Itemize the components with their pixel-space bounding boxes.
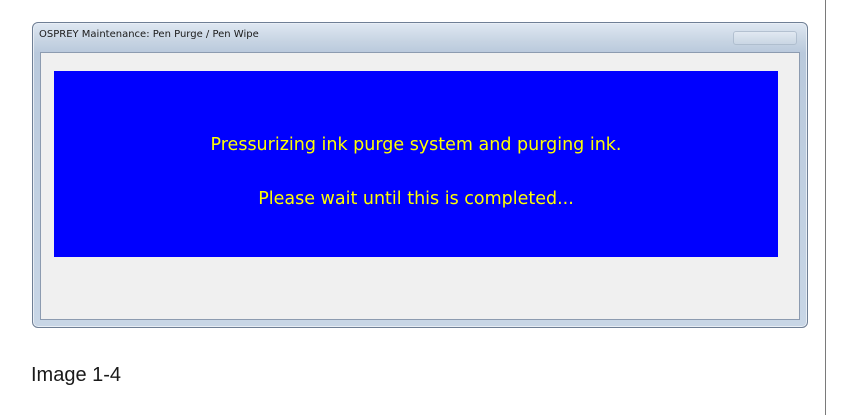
window-title-bar[interactable]: OSPREY Maintenance: Pen Purge / Pen Wipe — [33, 23, 807, 51]
status-message-panel: Pressurizing ink purge system and purgin… — [54, 71, 778, 257]
window-title: OSPREY Maintenance: Pen Purge / Pen Wipe — [39, 29, 259, 40]
status-message-line-1: Pressurizing ink purge system and purgin… — [210, 135, 622, 155]
image-caption: Image 1-4 — [31, 364, 122, 386]
maintenance-dialog-window: OSPREY Maintenance: Pen Purge / Pen Wipe… — [32, 22, 808, 328]
background-window-button — [733, 31, 797, 45]
status-message-line-2: Please wait until this is completed... — [258, 189, 574, 209]
dialog-client-area: Pressurizing ink purge system and purgin… — [40, 52, 800, 320]
